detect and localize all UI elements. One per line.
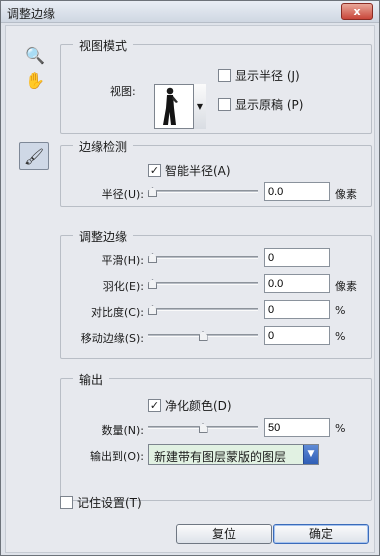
adjust-edge-title: 调整边缘 [73,228,134,245]
feather-slider-thumb[interactable] [148,279,157,289]
contrast-label: 对比度(C): [91,306,144,319]
contrast-slider[interactable] [148,303,258,317]
feather-slider-track [148,282,258,285]
refine-edge-dialog: 调整边缘 x 🔍 ✋ 🖌 视图模式 视图: ▼ 显示半径 (J) 显示原稿 (P… [0,0,380,556]
remember-settings-option[interactable]: 记住设置(T) [60,494,142,511]
smooth-slider-thumb[interactable] [148,253,157,263]
shift-edge-input[interactable] [264,326,330,345]
smart-radius-checkbox[interactable]: ✓ [148,164,161,177]
feather-slider[interactable] [148,277,258,291]
smooth-slider-track [148,256,258,259]
smooth-slider[interactable] [148,251,258,265]
radius-slider[interactable] [148,185,258,199]
radius-slider-thumb[interactable] [148,187,157,197]
decontaminate-checkbox[interactable]: ✓ [148,399,161,412]
view-mode-group: 视图模式 [60,37,372,134]
output-to-select[interactable]: 新建带有图层蒙版的图层 ▼ [148,444,319,465]
hand-icon[interactable]: ✋ [24,69,46,91]
show-radius-label: 显示半径 (J) [235,69,300,83]
feather-input[interactable] [264,274,330,293]
contrast-input[interactable] [264,300,330,319]
dialog-body: 🔍 ✋ 🖌 视图模式 视图: ▼ 显示半径 (J) 显示原稿 (P) 边缘检测 … [5,25,375,553]
title-bar: 调整边缘 x [1,1,379,23]
smooth-label: 平滑(H): [101,254,144,267]
remember-settings-label: 记住设置(T) [77,496,142,510]
view-label: 视图: [110,85,136,98]
show-original-checkbox[interactable] [218,98,231,111]
contrast-unit: % [335,304,346,317]
shift-edge-unit: % [335,330,346,343]
output-title: 输出 [73,371,110,388]
amount-unit: % [335,422,346,435]
contrast-slider-thumb[interactable] [148,305,157,315]
radius-input[interactable] [264,182,330,201]
output-to-dropdown-icon[interactable]: ▼ [303,445,318,464]
shift-edge-slider[interactable] [148,329,258,343]
window-title: 调整边缘 [7,7,56,21]
output-to-value: 新建带有图层蒙版的图层 [154,450,287,464]
shift-edge-slider-thumb[interactable] [198,331,208,341]
view-mode-title: 视图模式 [73,37,134,54]
show-radius-option[interactable]: 显示半径 (J) [218,67,300,84]
amount-slider-thumb[interactable] [198,423,208,433]
decontaminate-label: 净化颜色(D) [165,399,232,413]
amount-label: 数量(N): [101,424,144,437]
shift-edge-label: 移动边缘(S): [80,332,144,345]
show-radius-checkbox[interactable] [218,69,231,82]
contrast-slider-track [148,308,258,311]
smooth-input[interactable] [264,248,330,267]
ok-button[interactable]: 确定 [273,524,369,544]
remember-settings-checkbox[interactable] [60,496,73,509]
show-original-label: 显示原稿 (P) [235,98,304,112]
feather-label: 羽化(E): [102,280,144,293]
refine-radius-brush-icon[interactable]: 🖌 [19,142,49,170]
zoom-icon[interactable]: 🔍 [24,44,46,66]
show-original-option[interactable]: 显示原稿 (P) [218,96,303,113]
feather-unit: 像素 [335,280,357,293]
reset-button[interactable]: 复位 [176,524,272,544]
view-dropdown-arrow-icon[interactable]: ▼ [193,84,206,129]
smart-radius-option[interactable]: ✓ 智能半径(A) [148,162,231,179]
edge-detection-title: 边缘检测 [73,138,134,155]
output-to-label: 输出到(O): [90,450,144,463]
close-button[interactable]: x [341,3,373,20]
radius-unit: 像素 [335,188,357,201]
radius-label: 半径(U): [101,188,144,201]
amount-input[interactable] [264,418,330,437]
figure-thumbnail-image [155,85,189,128]
radius-slider-track [148,190,258,193]
amount-slider[interactable] [148,421,258,435]
smart-radius-label: 智能半径(A) [165,164,231,178]
decontaminate-option[interactable]: ✓ 净化颜色(D) [148,397,232,414]
